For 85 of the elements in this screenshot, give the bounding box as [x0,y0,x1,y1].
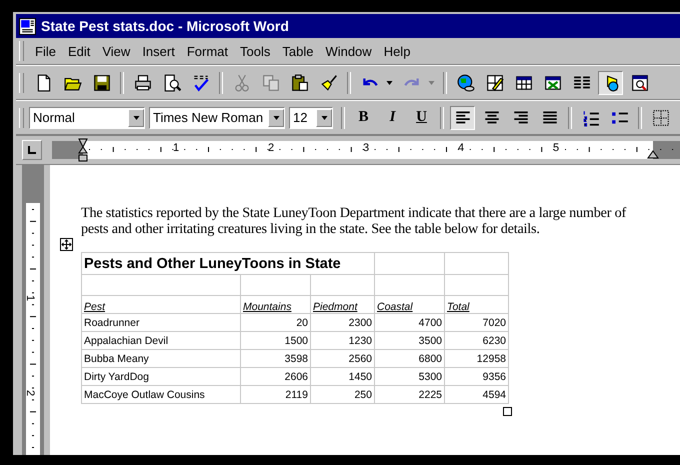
document-icon [19,18,36,34]
ruler-number: 2 [24,390,36,396]
ruler-number: 2 [267,142,275,154]
document-map-icon [630,74,648,92]
paintbrush-icon [320,74,338,92]
table-cell: 1230 [310,332,374,350]
table-cell: 2225 [374,386,444,404]
menu-item[interactable]: File [29,44,62,58]
window-title: State Pest stats.doc - Microsoft Word [41,18,289,34]
table-cell: 3598 [240,350,310,368]
right-indent-marker-icon[interactable] [647,150,659,159]
align-right-icon [512,108,530,126]
caret-icon [386,80,393,84]
clipboard-icon [290,74,308,92]
menu-item[interactable]: Table [276,44,320,58]
table-cell: Appalachian Devil [82,332,240,350]
caret-icon [132,116,140,120]
ruler-number: 1 [24,294,36,302]
alignment-button[interactable] [450,106,475,130]
table-pencil-icon [486,74,504,92]
align-center-icon [482,108,500,126]
menu-item[interactable]: Tools [234,44,276,58]
table-cell: 4594 [444,386,508,404]
table-cell: MacCoye Outlaw Cousins [82,386,240,404]
table-cell: 2300 [310,314,374,332]
ruler-number: 4 [457,142,465,154]
menu-item[interactable]: Edit [62,44,96,58]
caret-icon [320,116,328,120]
table-cell: 1500 [240,332,310,350]
table-move-handle-icon[interactable] [60,238,73,251]
ruler-number: 1 [172,142,180,154]
align-left-icon [454,108,472,126]
table-cell: 2560 [310,350,374,368]
table-cell: 7020 [444,314,508,332]
table-cell: Bubba Meany [82,350,240,368]
table-cell: 3500 [374,332,444,350]
menu-item[interactable]: Window [319,44,378,58]
font-dropdown[interactable]: Times New Roman [149,106,285,128]
font-size-dropdown[interactable]: 12 [289,106,333,128]
column-header: Pest [82,296,240,314]
column-header: Mountains [240,296,310,314]
table-cell: 2119 [240,386,310,404]
globe-icon [456,74,474,92]
table-cell: 20 [240,314,310,332]
column-header: Piedmont [310,296,374,314]
table-icon [514,74,532,92]
table-cell: Dirty YardDog [82,368,240,386]
table-cell: 250 [310,386,374,404]
column-header: Coastal [374,296,444,314]
ruler-number: 5 [552,142,560,154]
style-dropdown[interactable]: Normal [29,106,145,128]
menu-item[interactable]: Help [378,44,416,58]
justify-icon [540,108,558,126]
numbered-list-icon [582,108,600,126]
body-paragraph: The statistics reported by the State LuneyToon Department indicate that there are a large number of pests and other irritating creatures living in the state. See the table below for details. [81,205,628,237]
table-cell: Roadrunner [82,314,240,332]
menu-item[interactable]: Format [180,44,234,58]
printer-icon [134,74,152,92]
table-cell: 6800 [374,350,444,368]
toolbar-button[interactable] [598,70,623,94]
menu-item[interactable]: View [96,44,136,58]
magnifier-page-icon [162,74,180,92]
ruler-number: 3 [362,142,370,154]
table-cell: 2606 [240,368,310,386]
table-cell: 4700 [374,314,444,332]
caret-icon [272,116,280,120]
spreadsheet-icon [544,74,562,92]
table-cell: 6230 [444,332,508,350]
checkmark-icon [192,74,210,92]
menu-item[interactable]: Insert [136,44,181,58]
left-tab-icon [28,146,36,154]
columns-icon [572,74,590,92]
caret-icon [428,80,435,84]
table-cell: 1450 [310,368,374,386]
borders-icon [652,108,670,126]
table-resize-handle[interactable] [503,407,512,416]
column-header: Total [444,296,508,314]
table-title: Pests and Other LuneyToons in State [82,252,374,274]
table-cell: 5300 [374,368,444,386]
copy-icon [262,74,280,92]
table-cell: 9356 [444,368,508,386]
scissors-icon [232,74,250,92]
indent-marker-icon[interactable] [78,138,88,162]
tab-selector[interactable] [22,140,42,160]
table-cell: 12958 [444,350,508,368]
